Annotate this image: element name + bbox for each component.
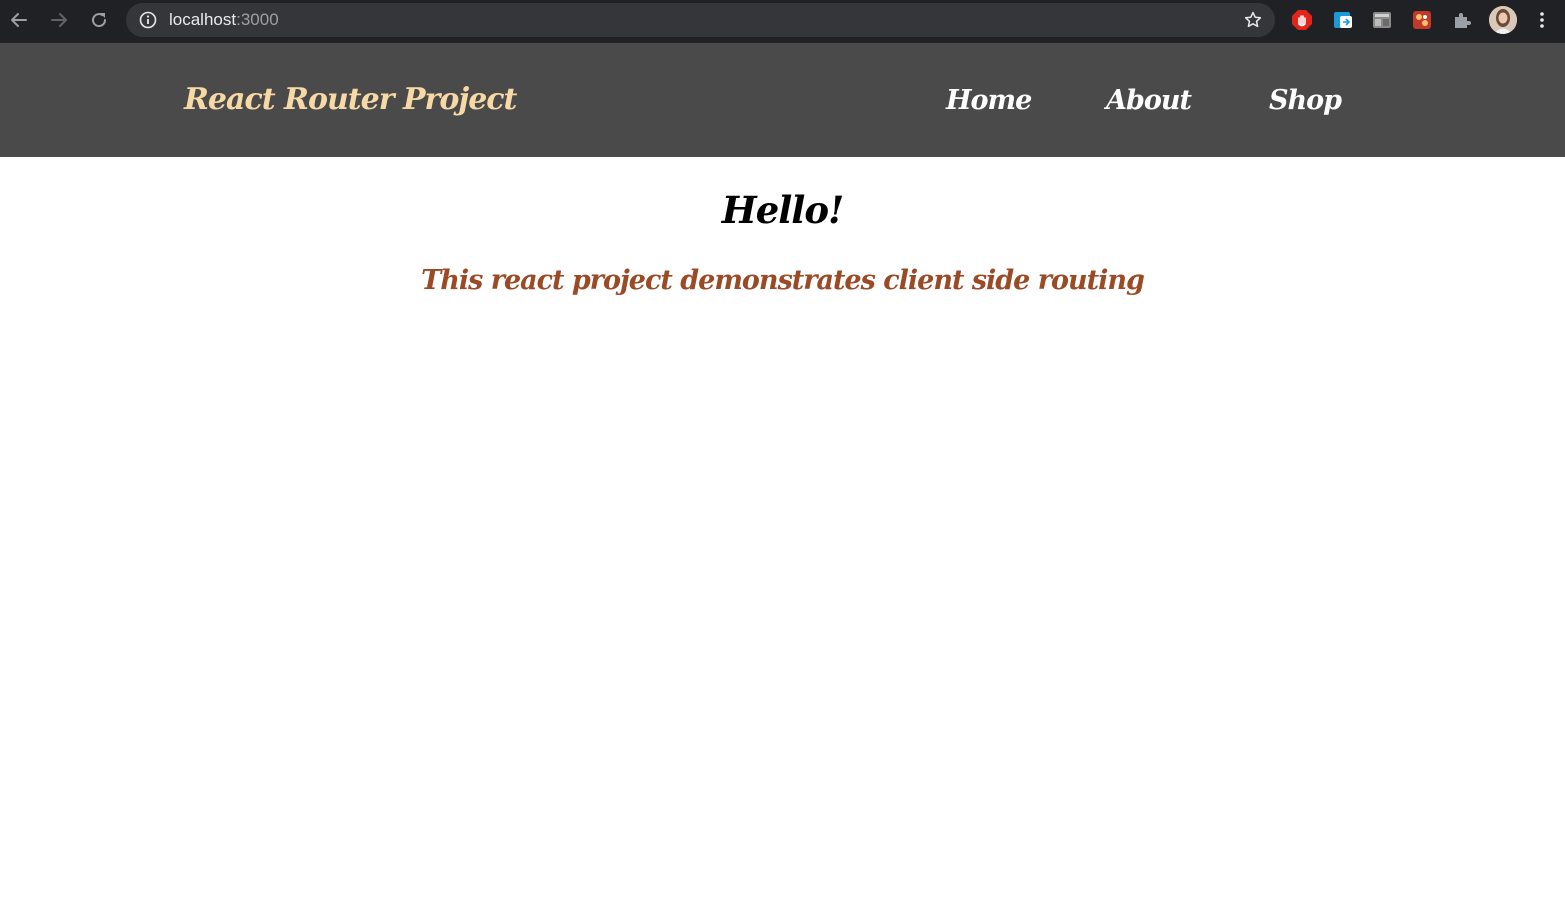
url-host: localhost [169,10,237,29]
brand-logo-text[interactable]: React Router Project [184,79,517,121]
profile-avatar[interactable] [1489,6,1517,34]
page-subtitle: This react project demonstrates client s… [421,265,1145,296]
url-text[interactable]: localhost:3000 [169,11,279,29]
address-bar[interactable]: localhost:3000 [126,3,1275,37]
nav-link-about[interactable]: About [1106,81,1192,121]
forward-button[interactable] [44,6,74,34]
reload-button[interactable] [84,6,114,34]
nav-link-home[interactable]: Home [946,81,1032,121]
kebab-menu-icon[interactable] [1532,10,1552,30]
extensions-button[interactable] [1451,9,1473,31]
extension-app-icon [1413,11,1431,29]
back-button[interactable] [4,6,34,34]
avatar-icon [1489,6,1517,34]
page-heading: Hello! [721,188,845,232]
puzzle-icon [1455,13,1471,28]
app-extension-button[interactable] [1411,9,1433,31]
arrow-left-icon [11,13,27,27]
nav-link-shop[interactable]: Shop [1269,81,1342,121]
browser-toolbar: localhost:3000 [0,0,1565,43]
url-port: :3000 [236,10,279,29]
screenshot-icon [1373,12,1391,28]
translate-extension-button[interactable] [1332,9,1354,31]
screenshot-extension-button[interactable] [1371,9,1393,31]
adblock-icon [1292,10,1312,30]
site-navbar: React Router Project Home About Shop [0,43,1565,157]
translate-icon [1334,12,1352,28]
reload-icon [92,13,107,28]
adblock-extension-button[interactable] [1291,9,1313,31]
info-icon[interactable] [139,11,157,29]
arrow-right-icon [51,13,67,27]
star-icon[interactable] [1243,10,1263,30]
